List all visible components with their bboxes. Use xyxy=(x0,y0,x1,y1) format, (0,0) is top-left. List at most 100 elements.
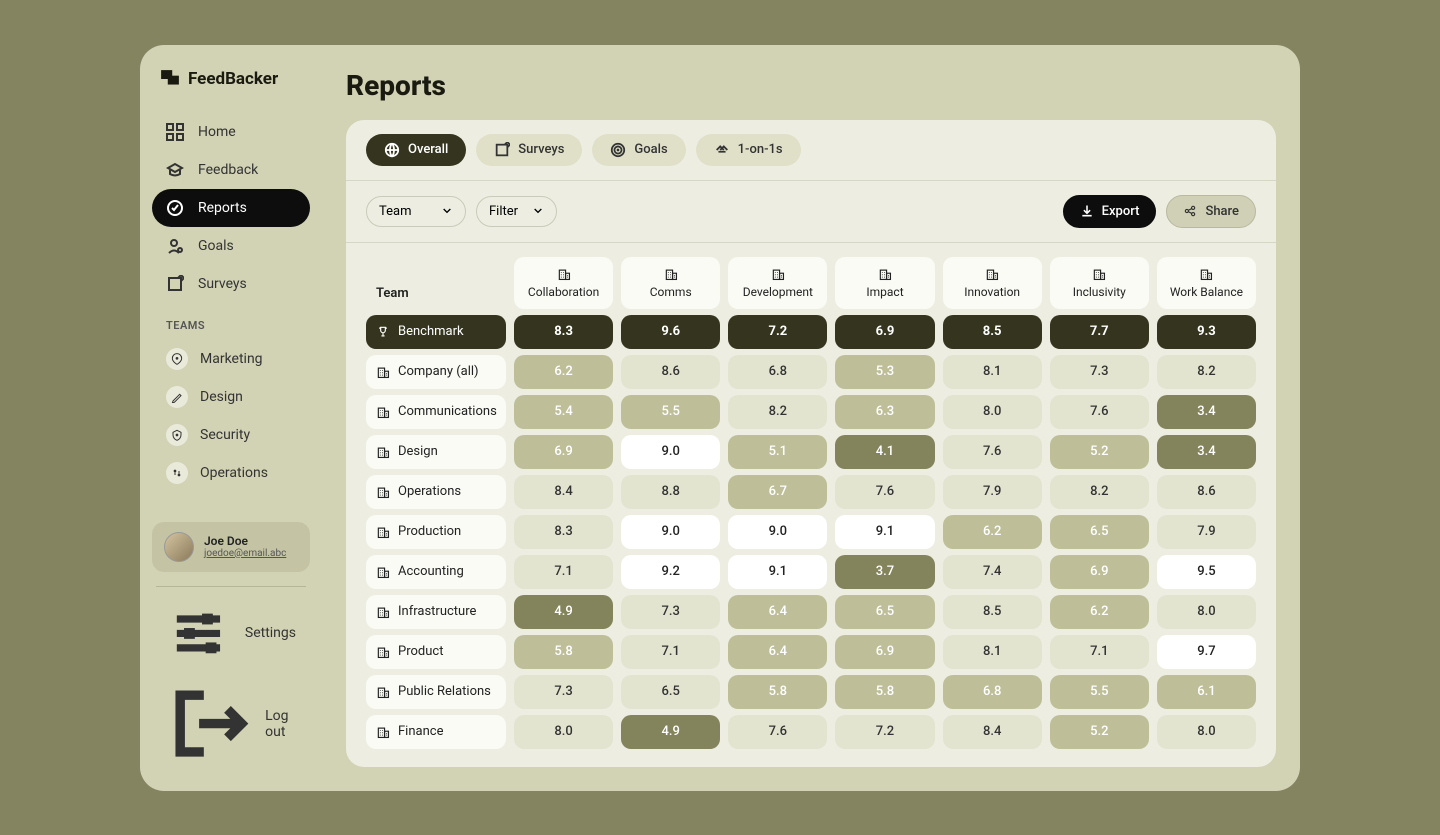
teams-section-label: TEAMS xyxy=(152,303,310,340)
row-label-benchmark: Benchmark xyxy=(366,315,506,349)
data-cell: 7.6 xyxy=(943,435,1042,469)
row-label[interactable]: Finance xyxy=(366,715,506,749)
data-cell: 9.0 xyxy=(621,435,720,469)
share-button[interactable]: Share xyxy=(1166,195,1256,228)
reports-panel: Overall Surveys Goals 1-on-1s Team Filter E… xyxy=(346,120,1276,767)
column-header: Impact xyxy=(835,257,934,309)
user-email[interactable]: joedoe@email.abc xyxy=(204,548,286,559)
trophy-icon xyxy=(376,325,390,339)
row-header-label: Team xyxy=(366,257,506,309)
user-card[interactable]: Joe Doe joedoe@email.abc xyxy=(152,522,310,572)
data-cell: 5.4 xyxy=(514,395,613,429)
building-icon xyxy=(1092,267,1106,281)
table-header-row: TeamCollaborationCommsDevelopmentImpactI… xyxy=(366,257,1256,309)
row-label[interactable]: Product xyxy=(366,635,506,669)
data-cell: 6.9 xyxy=(514,435,613,469)
team-select[interactable]: Team xyxy=(366,196,466,227)
column-header: Comms xyxy=(621,257,720,309)
design-icon xyxy=(166,386,188,408)
data-cell: 8.6 xyxy=(1157,475,1256,509)
team-item-marketing[interactable]: Marketing xyxy=(152,340,310,378)
table-row: Accounting7.19.29.13.77.46.99.5 xyxy=(366,555,1256,589)
row-label[interactable]: Infrastructure xyxy=(366,595,506,629)
tab-oneonones[interactable]: 1-on-1s xyxy=(696,134,801,166)
data-cell: 7.1 xyxy=(1050,635,1149,669)
table-row: Public Relations7.36.55.85.86.85.56.1 xyxy=(366,675,1256,709)
row-label[interactable]: Operations xyxy=(366,475,506,509)
building-icon xyxy=(557,267,571,281)
tab-goals[interactable]: Goals xyxy=(592,134,685,166)
row-label[interactable]: Public Relations xyxy=(366,675,506,709)
table-row: Communications5.45.58.26.38.07.63.4 xyxy=(366,395,1256,429)
column-header: Innovation xyxy=(943,257,1042,309)
user-info: Joe Doe joedoe@email.abc xyxy=(204,534,286,559)
benchmark-cell: 9.3 xyxy=(1157,315,1256,349)
data-cell: 5.8 xyxy=(514,635,613,669)
data-cell: 6.7 xyxy=(728,475,827,509)
data-cell: 5.2 xyxy=(1050,715,1149,749)
data-cell: 6.8 xyxy=(728,355,827,389)
team-item-operations[interactable]: Operations xyxy=(152,454,310,492)
nav-item-reports[interactable]: Reports xyxy=(152,189,310,227)
team-item-design[interactable]: Design xyxy=(152,378,310,416)
logout-link[interactable]: Log out xyxy=(152,673,310,774)
data-cell: 6.8 xyxy=(943,675,1042,709)
settings-link[interactable]: Settings xyxy=(152,593,310,674)
chevron-down-icon xyxy=(532,205,544,217)
team-item-security[interactable]: Security xyxy=(152,416,310,454)
building-icon xyxy=(771,267,785,281)
data-cell: 7.6 xyxy=(1050,395,1149,429)
data-cell: 7.4 xyxy=(943,555,1042,589)
data-cell: 7.9 xyxy=(943,475,1042,509)
table-row: Infrastructure4.97.36.46.58.56.28.0 xyxy=(366,595,1256,629)
feedback-icon xyxy=(166,161,184,179)
data-cell: 5.8 xyxy=(728,675,827,709)
logout-icon xyxy=(166,681,251,766)
benchmark-cell: 8.3 xyxy=(514,315,613,349)
row-label[interactable]: Company (all) xyxy=(366,355,506,389)
data-cell: 8.0 xyxy=(1157,715,1256,749)
data-cell: 7.2 xyxy=(835,715,934,749)
nav-item-surveys[interactable]: Surveys xyxy=(152,265,310,303)
page-title: Reports xyxy=(346,69,1276,102)
data-cell: 4.9 xyxy=(621,715,720,749)
controls-bar: Team Filter Export Share xyxy=(346,181,1276,243)
data-cell: 6.9 xyxy=(1050,555,1149,589)
data-cell: 6.1 xyxy=(1157,675,1256,709)
nav-item-home[interactable]: Home xyxy=(152,113,310,151)
divider xyxy=(156,586,306,587)
export-button[interactable]: Export xyxy=(1063,195,1157,228)
nav-teams: MarketingDesignSecurityOperations xyxy=(152,340,310,492)
data-cell: 7.1 xyxy=(621,635,720,669)
row-label[interactable]: Accounting xyxy=(366,555,506,589)
nav-item-feedback[interactable]: Feedback xyxy=(152,151,310,189)
row-label[interactable]: Production xyxy=(366,515,506,549)
app-name: FeedBacker xyxy=(188,69,278,89)
report-table: TeamCollaborationCommsDevelopmentImpactI… xyxy=(366,257,1256,749)
column-header: Collaboration xyxy=(514,257,613,309)
nav-item-goals[interactable]: Goals xyxy=(152,227,310,265)
data-cell: 5.3 xyxy=(835,355,934,389)
data-cell: 5.5 xyxy=(621,395,720,429)
data-cell: 6.2 xyxy=(943,515,1042,549)
logo-icon xyxy=(160,69,180,89)
data-cell: 8.1 xyxy=(943,355,1042,389)
tab-overall[interactable]: Overall xyxy=(366,134,466,166)
table-row-benchmark: Benchmark8.39.67.26.98.57.79.3 xyxy=(366,315,1256,349)
tab-surveys[interactable]: Surveys xyxy=(476,134,582,166)
row-label[interactable]: Communications xyxy=(366,395,506,429)
data-cell: 8.3 xyxy=(514,515,613,549)
sliders-icon xyxy=(166,601,231,666)
table-row: Design6.99.05.14.17.65.23.4 xyxy=(366,435,1256,469)
data-cell: 4.1 xyxy=(835,435,934,469)
data-cell: 5.5 xyxy=(1050,675,1149,709)
benchmark-cell: 7.2 xyxy=(728,315,827,349)
filter-select[interactable]: Filter xyxy=(476,196,557,227)
row-label[interactable]: Design xyxy=(366,435,506,469)
share-icon xyxy=(1183,204,1197,218)
app-window: FeedBacker HomeFeedbackReportsGoalsSurve… xyxy=(140,45,1300,791)
avatar xyxy=(164,532,194,562)
data-cell: 7.3 xyxy=(514,675,613,709)
data-cell: 9.2 xyxy=(621,555,720,589)
data-cell: 4.9 xyxy=(514,595,613,629)
